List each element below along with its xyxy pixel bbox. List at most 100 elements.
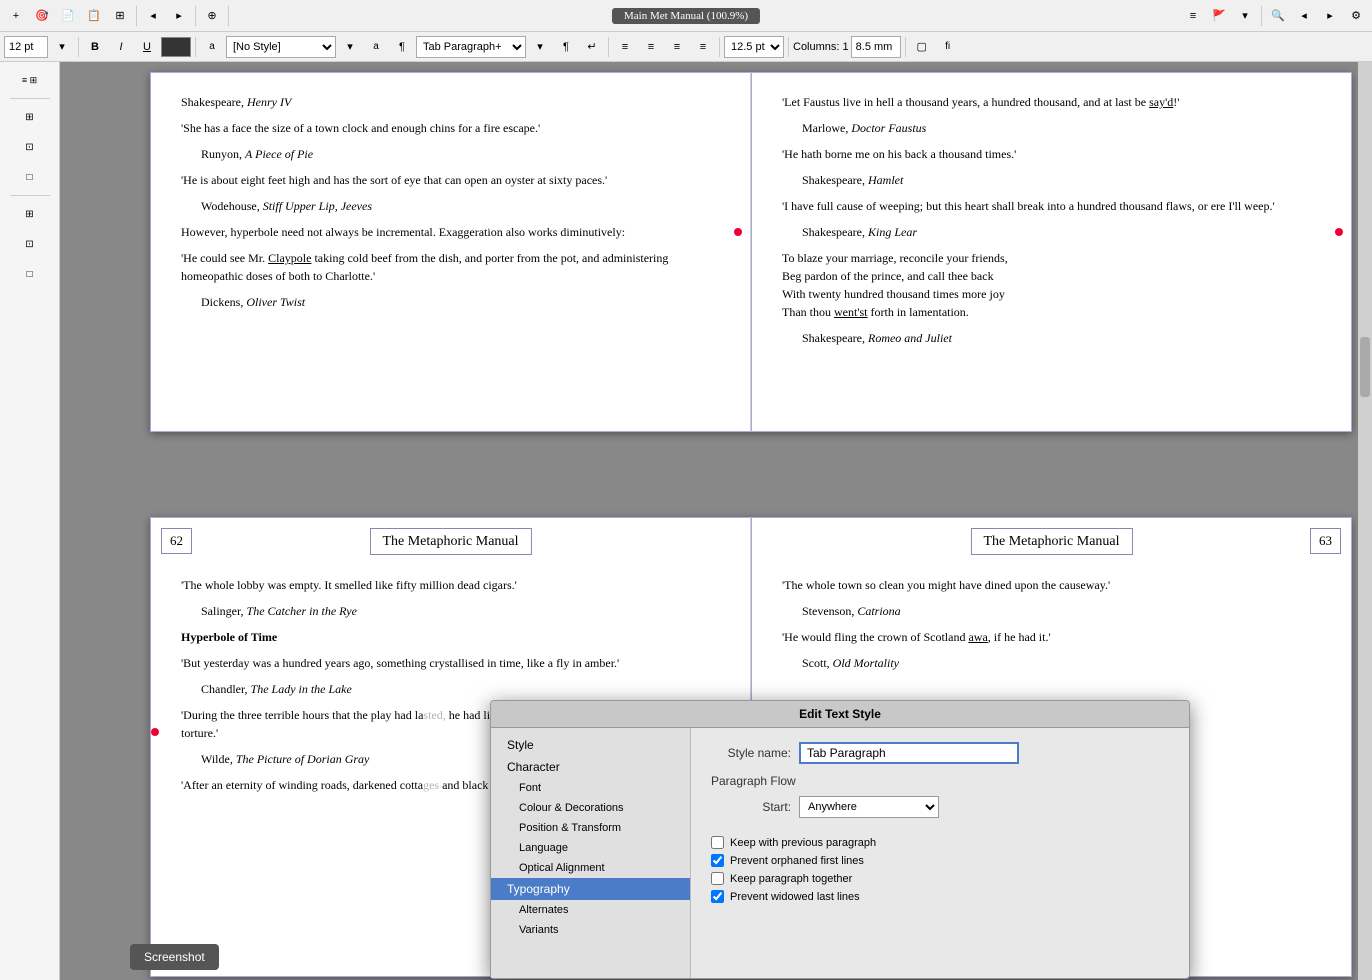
prev-btn[interactable]: ◂: [1292, 4, 1316, 28]
main-toolbar: + 🎯 📄 📋 ⊞ ◂ ▸ ⊕ Main Met Manual (100.9%)…: [0, 0, 1372, 32]
quote-scott: Scott, Old Mortality: [802, 654, 1321, 672]
panel-btn4[interactable]: ⊞: [8, 200, 52, 228]
sep6: [195, 37, 196, 57]
tab-para-select[interactable]: Tab Paragraph+: [416, 36, 526, 58]
text-salinger-quote: 'The whole lobby was empty. It smelled l…: [181, 576, 720, 594]
sep2: [195, 6, 196, 26]
sidebar-style[interactable]: Style: [491, 734, 690, 756]
color-swatch[interactable]: [161, 37, 191, 57]
screenshot-button[interactable]: Screenshot: [130, 944, 219, 970]
style-name-input[interactable]: [799, 742, 1019, 764]
quote-shakespeare-lear: Shakespeare, King Lear: [802, 223, 1321, 241]
panel-btn6[interactable]: □: [8, 260, 52, 288]
italic-btn[interactable]: I: [109, 35, 133, 59]
modal-title-bar: Edit Text Style: [491, 701, 1189, 728]
page-title-left-text: The Metaphoric Manual: [369, 528, 531, 555]
font-size-select[interactable]: 12.5 pt: [724, 36, 784, 58]
sidebar-alternates[interactable]: Alternates: [491, 900, 690, 920]
align-justify[interactable]: ≡: [691, 35, 715, 59]
text-stevenson-quote: 'The whole town so clean you might have …: [782, 576, 1321, 594]
panel-contents[interactable]: ≡ ⊞: [8, 66, 52, 94]
doc2-btn[interactable]: 📋: [82, 4, 106, 28]
text-henry-iv: Shakespeare, Henry IV: [181, 93, 720, 111]
style-name-row: Style name:: [711, 742, 1169, 764]
grid-btn[interactable]: ⊞: [108, 4, 132, 28]
quote-runyon: Runyon, A Piece of Pie: [201, 145, 720, 163]
text-claypole: Claypole: [268, 251, 311, 265]
sidebar-colour[interactable]: Colour & Decorations: [491, 798, 690, 818]
para-mark[interactable]: ¶: [554, 35, 578, 59]
text-dickens-quote: 'He could see Mr. Claypole taking cold b…: [181, 249, 720, 285]
font-size-stepper[interactable]: ▾: [50, 35, 74, 59]
sidebar-character[interactable]: Character: [491, 756, 690, 778]
font-size-input[interactable]: 12 pt: [4, 36, 48, 58]
forward-btn[interactable]: ▸: [167, 4, 191, 28]
checkbox-keep-prev: Keep with previous paragraph: [711, 836, 1169, 849]
text-hyperbole: However, hyperbole need not always be in…: [181, 223, 720, 241]
logo-btn[interactable]: 🎯: [30, 4, 54, 28]
frame-btn[interactable]: ▢: [910, 35, 934, 59]
scrollbar-thumb[interactable]: [1360, 337, 1370, 397]
sep8: [719, 37, 720, 57]
char-style-btn[interactable]: a: [200, 35, 224, 59]
underline-btn[interactable]: U: [135, 35, 159, 59]
quote-marlowe: Marlowe, Doctor Faustus: [802, 119, 1321, 137]
quote-dickens: Dickens, Oliver Twist: [201, 293, 720, 311]
link-btn[interactable]: ⊕: [200, 4, 224, 28]
quote-salinger: Salinger, The Catcher in the Rye: [201, 602, 720, 620]
para-btn[interactable]: ¶: [390, 35, 414, 59]
panel-btn3[interactable]: □: [8, 163, 52, 191]
next-btn[interactable]: ▸: [1318, 4, 1342, 28]
text-wodehouse-quote: 'He is about eight feet high and has the…: [181, 171, 720, 189]
left-panel: ≡ ⊞ ⊞ ⊡ □ ⊞ ⊡ □: [0, 62, 60, 980]
sidebar-font[interactable]: Font: [491, 778, 690, 798]
align-left[interactable]: ≡: [613, 35, 637, 59]
right-scrollbar[interactable]: [1358, 62, 1372, 980]
panel-sep1: [10, 98, 50, 99]
start-row: Start: Anywhere Next Column Next Frame N…: [711, 796, 1169, 818]
doc-btn[interactable]: 📄: [56, 4, 80, 28]
style-more[interactable]: ▾: [338, 35, 362, 59]
liga-btn[interactable]: fi: [936, 35, 960, 59]
back-btn[interactable]: ◂: [141, 4, 165, 28]
sidebar-typography[interactable]: Typography: [491, 878, 690, 900]
settings-btn[interactable]: ⚙: [1344, 4, 1368, 28]
panel-btn5[interactable]: ⊡: [8, 230, 52, 258]
red-dot-top-left: [734, 228, 742, 236]
checkbox-keep-together-input[interactable]: [711, 872, 724, 885]
panel-btn2[interactable]: ⊡: [8, 133, 52, 161]
checkbox-widow-input[interactable]: [711, 890, 724, 903]
checkbox-keep-prev-input[interactable]: [711, 836, 724, 849]
bold-btn[interactable]: B: [83, 35, 107, 59]
start-select[interactable]: Anywhere Next Column Next Frame Next Eve…: [799, 796, 939, 818]
modal-body: Style Character Font Colour & Decoration…: [491, 728, 1189, 978]
text-romeo-poem: To blaze your marriage, reconcile your f…: [782, 249, 1321, 321]
new-btn[interactable]: +: [4, 4, 28, 28]
sidebar-optical[interactable]: Optical Alignment: [491, 858, 690, 878]
col-width-input[interactable]: 8.5 mm: [851, 36, 901, 58]
text-faustus-quote: 'Let Faustus live in hell a thousand yea…: [782, 93, 1321, 111]
checkbox-keep-prev-label: Keep with previous paragraph: [730, 837, 876, 849]
sidebar-language[interactable]: Language: [491, 838, 690, 858]
more-btn[interactable]: ▾: [1233, 4, 1257, 28]
view-btn[interactable]: ≡: [1181, 4, 1205, 28]
align-center[interactable]: ≡: [639, 35, 663, 59]
paragraph-flow-label: Paragraph Flow: [711, 774, 1169, 788]
zoom-btn[interactable]: 🔍: [1266, 4, 1290, 28]
checkbox-orphan-input[interactable]: [711, 854, 724, 867]
pilcrow[interactable]: ↵: [580, 35, 604, 59]
panel-btn1[interactable]: ⊞: [8, 103, 52, 131]
style-select[interactable]: [No Style]: [226, 36, 336, 58]
checkbox-widow: Prevent widowed last lines: [711, 890, 1169, 903]
style-name-label: Style name:: [711, 746, 791, 760]
modal-title-text: Edit Text Style: [799, 707, 881, 721]
sidebar-variants[interactable]: Variants: [491, 920, 690, 940]
sidebar-position[interactable]: Position & Transform: [491, 818, 690, 838]
quote-shakespeare-romeo: Shakespeare, Romeo and Juliet: [802, 329, 1321, 347]
sep1: [136, 6, 137, 26]
align-right[interactable]: ≡: [665, 35, 689, 59]
checkbox-orphan: Prevent orphaned first lines: [711, 854, 1169, 867]
tab-more[interactable]: ▾: [528, 35, 552, 59]
flag-btn[interactable]: 🚩: [1207, 4, 1231, 28]
style-btn2[interactable]: a: [364, 35, 388, 59]
